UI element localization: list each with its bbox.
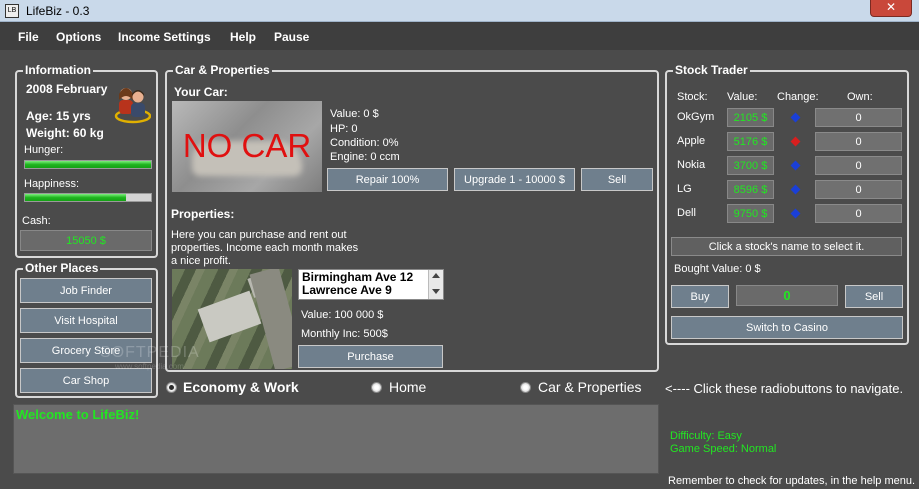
stock-own-apple: 0 [815,132,902,151]
other-places-title: Other Places [23,261,101,275]
property-list-scrollbar[interactable] [428,270,443,299]
age-label: Age: 15 yrs [26,109,91,123]
repair-button[interactable]: Repair 100% [327,168,448,191]
hunger-bar [24,160,152,169]
upgrade-button[interactable]: Upgrade 1 - 10000 $ [454,168,575,191]
property-list-item-lawrence[interactable]: Lawrence Ave 9 [302,284,392,297]
stock-sell-button[interactable]: Sell [845,285,903,308]
car-properties-group: Car & Properties Your Car: NO CAR Value:… [165,63,659,372]
stock-own-okgym: 0 [815,108,902,127]
change-up-icon [790,208,801,219]
stock-value-dell: 9750 $ [727,204,774,223]
stock-value-okgym: 2105 $ [727,108,774,127]
amount-field[interactable]: 0 [736,285,838,306]
stock-trader-group: Stock Trader Stock: Value: Change: Own: … [665,63,909,345]
stock-name-okgym[interactable]: OkGym [677,111,714,123]
stock-name-apple[interactable]: Apple [677,135,705,147]
difficulty-label: Difficulty: Easy [670,430,742,442]
scroll-down-icon[interactable] [432,289,440,294]
purchase-button[interactable]: Purchase [298,345,443,368]
stock-header: Stock: [677,91,708,103]
weight-label: Weight: 60 kg [26,126,104,140]
hunger-label: Hunger: [24,144,64,156]
property-list[interactable]: Birmingham Ave 12 Lawrence Ave 9 [298,269,444,300]
date-label: 2008 February [26,82,108,96]
no-car-text: NO CAR [182,127,312,164]
stock-name-nokia[interactable]: Nokia [677,159,705,171]
car-engine-label: Engine: 0 ccm [330,151,400,163]
happiness-bar-fill [25,194,126,201]
update-reminder: Remember to check for updates, in the he… [668,475,916,487]
radio-home-label[interactable]: Home [389,379,426,395]
title-bar: LB LifeBiz - 0.3 ✕ [0,0,919,22]
car-sell-button[interactable]: Sell [581,168,653,191]
navigation-hint: <---- Click these radiobuttons to naviga… [665,381,904,396]
radio-economy-work[interactable] [166,382,177,393]
property-value-label: Value: 100 000 $ [301,309,384,321]
change-down-icon [790,136,801,147]
information-title: Information [23,63,93,77]
your-car-label: Your Car: [174,85,228,99]
change-header: Change: [777,91,819,103]
properties-label: Properties: [171,207,235,221]
switch-to-casino-button[interactable]: Switch to Casino [671,316,903,339]
bought-value-label: Bought Value: 0 $ [674,263,761,275]
change-up-icon [790,112,801,123]
menu-income-settings[interactable]: Income Settings [118,30,211,44]
close-button[interactable]: ✕ [870,0,912,17]
log-welcome-text: Welcome to LifeBiz! [16,407,140,422]
menu-pause[interactable]: Pause [274,30,309,44]
car-shop-button[interactable]: Car Shop [20,368,152,393]
stock-hint: Click a stock's name to select it. [671,237,902,256]
cash-field: 15050 $ [20,230,152,251]
main-area: Information 2008 February Age: 15 yrs We… [0,50,919,489]
monthly-income-label: Monthly Inc: 500$ [301,328,388,340]
happiness-bar [24,193,152,202]
own-header: Own: [847,91,873,103]
stock-own-nokia: 0 [815,156,902,175]
properties-description: Here you can purchase and rent out prope… [171,229,359,267]
car-hp-label: HP: 0 [330,123,358,135]
radio-economy-work-label[interactable]: Economy & Work [183,379,299,395]
change-up-icon [790,184,801,195]
watermark-url: www.softpedia.com [115,362,184,371]
radio-car-properties-label[interactable]: Car & Properties [538,379,641,395]
window-title: LifeBiz - 0.3 [26,4,90,18]
menu-file[interactable]: File [18,30,39,44]
car-value-label: Value: 0 $ [330,108,379,120]
change-up-icon [790,160,801,171]
radio-car-properties[interactable] [520,382,531,393]
menu-help[interactable]: Help [230,30,256,44]
car-image: NO CAR [172,101,322,192]
watermark: SOFTPEDIA [100,344,200,361]
happiness-label: Happiness: [24,178,80,190]
buy-button[interactable]: Buy [671,285,729,308]
stock-value-nokia: 3700 $ [727,156,774,175]
car-condition-label: Condition: 0% [330,137,399,149]
car-properties-title: Car & Properties [173,63,272,77]
stock-own-lg: 0 [815,180,902,199]
avatar-icon [111,82,152,124]
visit-hospital-button[interactable]: Visit Hospital [20,308,152,333]
menu-options[interactable]: Options [56,30,101,44]
stock-trader-title: Stock Trader [673,63,750,77]
cash-label: Cash: [22,215,51,227]
radio-home[interactable] [371,382,382,393]
log-area[interactable]: Welcome to LifeBiz! [13,404,659,474]
stock-value-apple: 5176 $ [727,132,774,151]
scroll-up-icon[interactable] [432,273,440,278]
game-speed-label: Game Speed: Normal [670,443,777,455]
job-finder-button[interactable]: Job Finder [20,278,152,303]
stock-name-lg[interactable]: LG [677,183,692,195]
stock-own-dell: 0 [815,204,902,223]
stock-value-lg: 8596 $ [727,180,774,199]
app-icon: LB [5,4,19,18]
value-header: Value: [727,91,758,103]
information-group: Information 2008 February Age: 15 yrs We… [15,63,158,258]
other-places-group: Other Places Job Finder Visit Hospital G… [15,261,158,398]
menu-bar: File Options Income Settings Help Pause [0,23,919,50]
hunger-bar-fill [25,161,151,168]
stock-name-dell[interactable]: Dell [677,207,696,219]
